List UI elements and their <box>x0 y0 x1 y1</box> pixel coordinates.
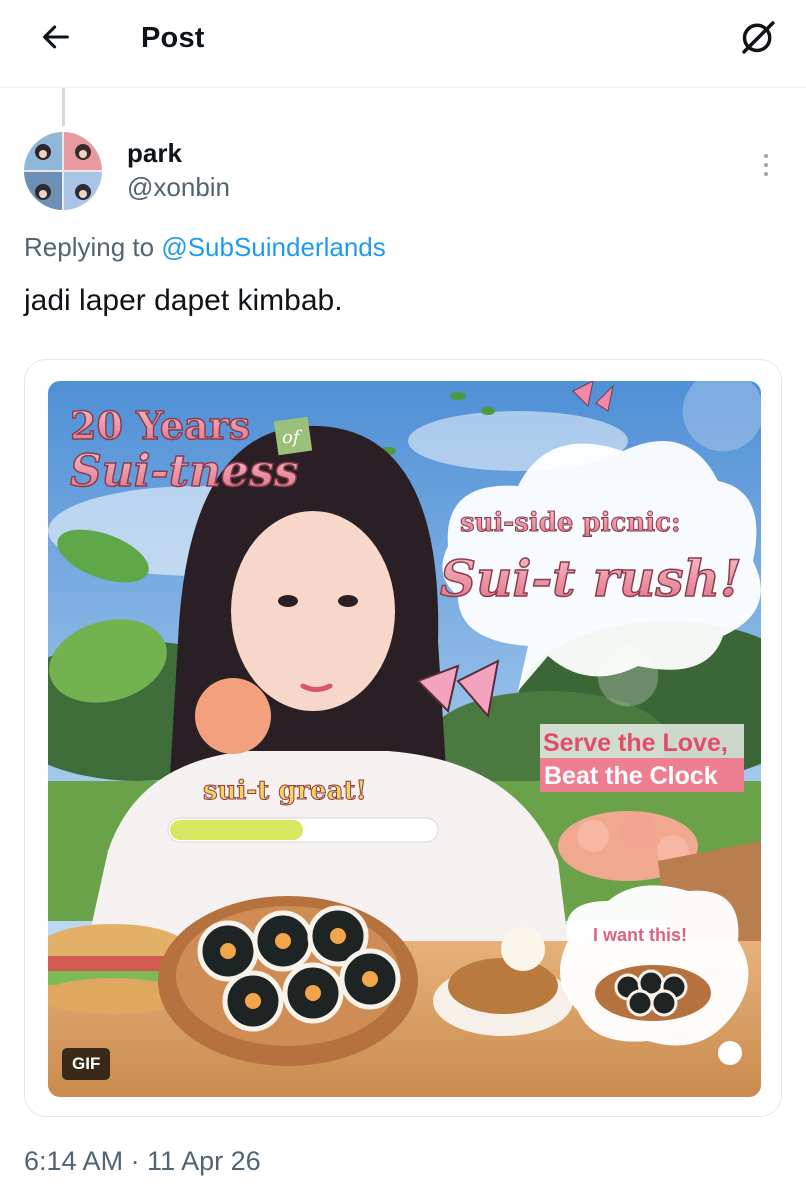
replying-to: Replying to @SubSuinderlands <box>24 232 386 263</box>
replying-prefix: Replying to <box>24 232 162 262</box>
title-line2: Sui-tness <box>70 446 299 497</box>
more-options-button[interactable] <box>750 145 782 185</box>
author-handle[interactable]: @xonbin <box>127 172 230 203</box>
back-button[interactable] <box>30 14 82 60</box>
page-title: Post <box>141 22 205 54</box>
reply-handle-link[interactable]: @SubSuinderlands <box>161 232 385 262</box>
want-text: I want this! <box>593 925 687 945</box>
serve-line2: Beat the Clock <box>544 762 718 790</box>
author-name[interactable]: park <box>127 138 182 169</box>
progress-fill <box>170 820 303 840</box>
gif-media[interactable]: 20 Years of Sui-tness sui-side picnic: S… <box>48 381 761 1097</box>
post-text: jadi laper dapet kimbab. <box>24 284 343 317</box>
post-timestamp[interactable]: 6:14 AM · 11 Apr 26 <box>24 1146 261 1177</box>
title-line1: 20 Years <box>70 403 250 448</box>
grok-icon <box>742 21 775 54</box>
arrow-left-icon <box>43 25 69 49</box>
great-text: sui-t great! <box>203 776 367 806</box>
bubble-line2: Sui-t rush! <box>440 549 742 608</box>
thread-connector <box>62 88 65 126</box>
bubble-line1: sui-side picnic: <box>460 508 681 538</box>
avatar[interactable] <box>24 132 102 210</box>
serve-line1: Serve the Love, <box>543 729 728 757</box>
gif-badge: GIF <box>62 1048 111 1080</box>
grok-button[interactable] <box>732 14 784 60</box>
more-dots-icon <box>764 154 768 158</box>
top-bar: Post <box>0 0 806 88</box>
